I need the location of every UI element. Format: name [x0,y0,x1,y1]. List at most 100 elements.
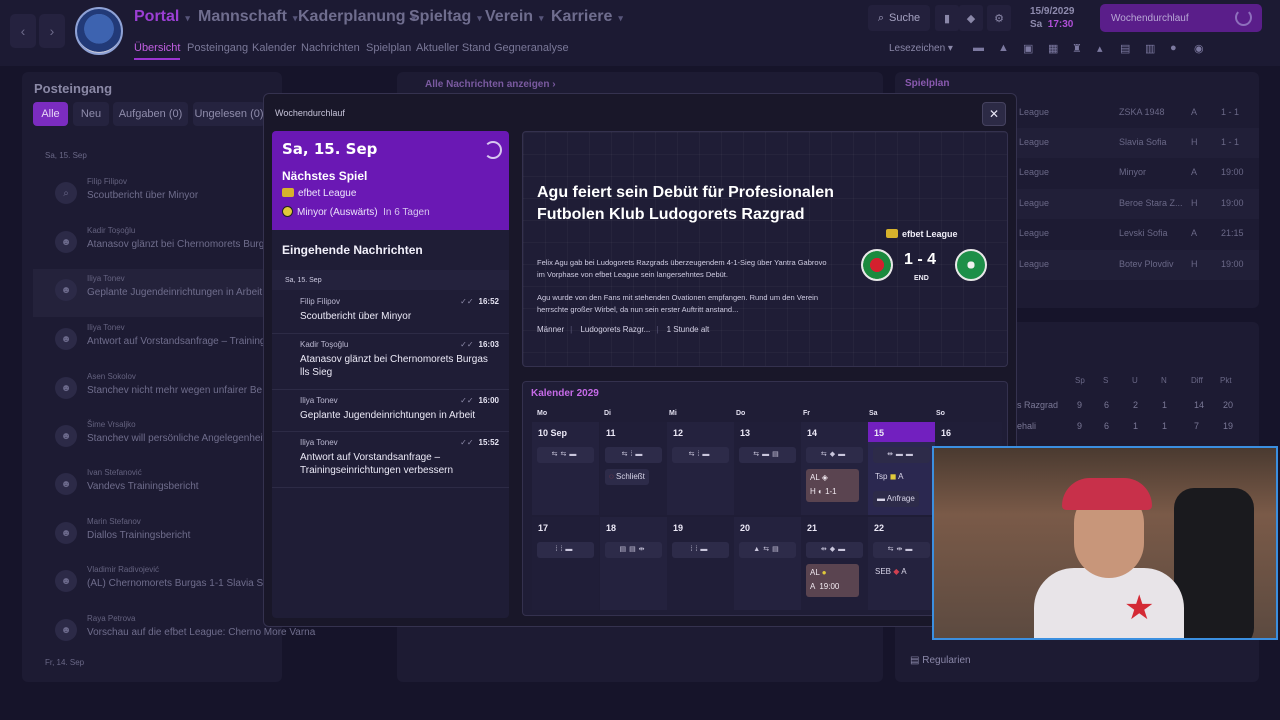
away-club-crest [955,249,987,281]
calendar-day[interactable]: 20 ▲⇆▤ [734,517,801,610]
chat-icon[interactable]: ▬ [973,42,984,54]
shirt-icon[interactable]: ▲ [998,42,1009,54]
close-icon[interactable]: ✕ [982,102,1006,126]
message-item[interactable]: Filip Filipov Scoutbericht über Minyor ✓… [272,291,509,334]
trophy-icon[interactable]: ♜ [1072,42,1082,55]
subnav-gegneranalyse[interactable]: Gegneranalyse [494,42,569,54]
weekday-label: Sa [869,410,878,417]
table-header-u: U [1132,376,1138,385]
check-icon: ✓✓ [460,340,474,349]
filter-tasks[interactable]: Aufgaben (0) [113,102,188,126]
inbox-item[interactable]: ⌕ Filip Filipov Scoutbericht über Minyor [33,172,269,220]
building-icon[interactable]: ▥ [1145,42,1155,55]
calendar-day[interactable]: 11 ⇆⁞▬ ◌ Schließt [600,422,667,515]
nav-spieltag[interactable]: Spieltag ▾ [409,8,482,26]
streamer-shirt [1034,568,1184,638]
scout-icon[interactable]: ◉ [1194,42,1204,55]
inbox-item[interactable]: ☻ Iliya Tonev Geplante Jugendeinrichtungen… [33,269,269,317]
nav-portal[interactable]: Portal ▾ [134,8,190,26]
inbox-title: Posteingang [34,81,113,96]
chevron-down-icon: ▾ [539,13,544,23]
inbox-item[interactable]: ☻ Kadir Toşoğlu Atanasov glänzt bei Cherno… [33,221,275,269]
filter-unread[interactable]: Ungelesen (0) [193,102,265,126]
inbox-date-header: Sa, 15. Sep [45,151,87,160]
nav-verein[interactable]: Verein ▾ [485,8,544,26]
message-item[interactable]: Iliya Tonev Antwort auf Vorstandsanfrage… [272,432,509,488]
money-icon[interactable]: ● [1170,42,1177,54]
subnav-kalender[interactable]: Kalender [252,42,296,54]
news-card[interactable]: Agu feiert sein Debüt für Profesionalen … [522,131,1008,367]
message-item[interactable]: Iliya Tonev Geplante Jugendeinrichtungen… [272,390,509,432]
modal-left-column: Sa, 15. Sep Nächstes Spiel efbet League … [272,131,509,618]
inbox-item[interactable]: ☻ Šime Vrsaljko Stanchev will persönliche … [33,415,269,463]
person-icon: ☻ [55,377,77,399]
table-row[interactable]: ehali 9 6 1 1 7 19 [1017,421,1257,435]
top-bar: ‹ › Portal ▾ Mannschaft ▾ Kaderplanung ▾ Sp… [0,0,1280,66]
next-match-league: efbet League [282,188,356,199]
match-fixture[interactable]: SEB ◆ A [871,564,911,580]
calendar-day[interactable]: 17 ⁞⁞▬ [532,517,599,610]
webcam-overlay: ★ [932,446,1278,640]
gear-icon[interactable]: ⚙ [987,5,1011,31]
match-score: 1 - 4 [904,251,937,268]
subnav-uebersicht[interactable]: Übersicht [134,42,181,60]
subnav-posteingang[interactable]: Posteingang [187,42,248,54]
inbox-item[interactable]: ☻ Raya Petrova Vorschau auf die efbet Leag… [33,609,317,657]
club-crest[interactable] [75,7,123,55]
inbox-item[interactable]: ☻ Iliya Tonev Antwort auf Vorstandsanfrage… [33,318,269,366]
calendar-day[interactable]: 19 ⁞⁞▬ [667,517,734,610]
filter-all[interactable]: Alle [33,102,68,126]
nav-kaderplanung[interactable]: Kaderplanung ▾ [298,8,416,26]
calendar-day-today[interactable]: 15 ⇹▬▬ Tsp ◼ A ▬ Anfrage [868,422,935,515]
search-button[interactable]: ⌕ Suche [868,5,930,31]
table-header-sp: Sp [1075,376,1085,385]
calendar-day[interactable]: 22 ⇆⇹▬ SEB ◆ A [868,517,935,610]
weekday-label: Mo [537,410,548,417]
inbox-item[interactable]: ☻ Ivan Stefanović Vandevs Trainingsbericht [33,463,269,511]
news-paragraph: Felix Agu gab bei Ludogorets Razgrads üb… [537,258,827,279]
back-icon[interactable]: ‹ [10,14,36,48]
inbox-item[interactable]: ☻ Asen Sokolov Stanchev nicht mehr wegen u… [33,367,269,415]
subnav-spielplan[interactable]: Spielplan [366,42,411,54]
filter-new[interactable]: Neu [73,102,109,126]
message-item[interactable]: Kadir Toşoğlu Atanasov glänzt bei Cherno… [272,334,509,390]
clipboard-icon[interactable]: ▣ [1023,42,1033,55]
week-preview-modal: Wochendurchlauf ✕ Sa, 15. Sep Nächstes S… [263,93,1017,627]
table-row[interactable]: s Razgrad 9 6 2 1 14 20 [1017,400,1257,414]
calendar-day[interactable]: 12 ⇆⁞▬ [667,422,734,515]
flask-icon[interactable]: ▴ [1097,42,1103,55]
calendar-day[interactable]: 18 ▤▤⇹ [600,517,667,610]
check-icon: ✓✓ [460,297,474,306]
regularien-link[interactable]: ▤ Regularien [910,655,990,671]
bookmarks-dropdown[interactable]: Lesezeichen ▾ [889,43,953,54]
training-icons: ⇆⇹▬ [873,542,930,558]
schedule-title: Spielplan [905,78,950,89]
stadium-icon[interactable]: ▦ [1048,42,1058,55]
next-match-card[interactable]: Sa, 15. Sep Nächstes Spiel efbet League … [272,131,509,230]
nav-karriere[interactable]: Karriere ▾ [551,8,623,26]
table-icon[interactable]: ▤ [1120,42,1130,55]
inbox-item[interactable]: ☻ Vladimir Radivojević (AL) Chernomorets B… [33,560,272,608]
match-league: efbet League [886,229,958,239]
match-fixture[interactable]: AL ● A 19:00 [806,564,859,597]
list-icon: ▤ [910,655,920,666]
next-match-label: Nächstes Spiel [282,169,368,183]
subnav-nachrichten[interactable]: Nachrichten [301,42,360,54]
calendar-day[interactable]: 13 ⇆▬▤ [734,422,801,515]
match-result[interactable]: AL ◈ H ◐ 1-1 [806,469,859,502]
bookmark-icon[interactable]: ▮ [935,5,959,31]
match-fixture[interactable]: Tsp ◼ A [871,469,907,485]
weekday-label: So [936,410,945,417]
subnav-aktueller-stand[interactable]: Aktueller Stand [416,42,491,54]
calendar-day[interactable]: 21 ⇹◆▬ AL ● A 19:00 [801,517,868,610]
training-icons: ▲⇆▤ [739,542,796,558]
calendar-day[interactable]: 14 ⇆◆▬ AL ◈ H ◐ 1-1 [801,422,868,515]
person-icon: ☻ [55,231,77,253]
shield-icon[interactable]: ◆ [959,5,983,31]
forward-icon[interactable]: › [39,14,65,48]
continue-button[interactable]: Wochendurchlauf [1100,4,1262,32]
nav-mannschaft[interactable]: Mannschaft ▾ [198,8,297,26]
inbox-item[interactable]: ☻ Marin Stefanov Diallos Trainingsbericht [33,512,269,560]
all-news-link[interactable]: Alle Nachrichten anzeigen › [425,79,556,90]
calendar-day[interactable]: 10 Sep ⇆⇆▬ [532,422,599,515]
